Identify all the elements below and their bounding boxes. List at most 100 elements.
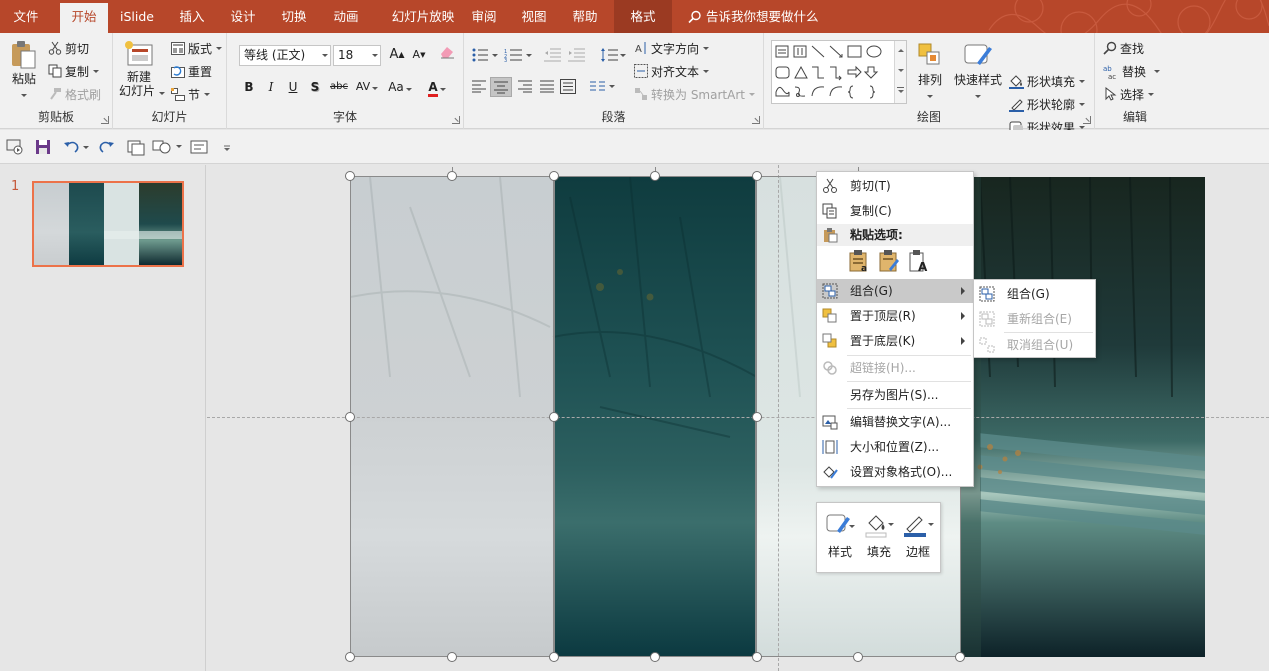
bullets-icon[interactable]: [472, 48, 498, 62]
tab-slideshow[interactable]: 幻灯片放映: [380, 0, 466, 33]
layout-button[interactable]: 版式: [171, 38, 223, 58]
undo-icon[interactable]: [63, 138, 89, 156]
menu-format-object[interactable]: 设置对象格式(O)...: [817, 460, 973, 484]
tab-animations[interactable]: 动画: [326, 0, 366, 33]
align-left-icon[interactable]: [472, 80, 486, 93]
resize-handle[interactable]: [955, 652, 965, 662]
underline-button[interactable]: U: [283, 77, 303, 97]
paragraph-launcher-icon[interactable]: [752, 116, 760, 124]
bold-button[interactable]: B: [239, 77, 259, 97]
convert-smartart-button[interactable]: 转换为 SmartArt: [634, 84, 755, 104]
change-case-button[interactable]: Aa: [385, 77, 415, 97]
resize-handle[interactable]: [853, 652, 863, 662]
tab-review[interactable]: 审阅: [464, 0, 504, 33]
mini-fill-button[interactable]: 填充: [861, 509, 897, 565]
save-icon[interactable]: [35, 138, 51, 156]
replace-button[interactable]: ab ac 替换: [1103, 61, 1161, 81]
shape-fill-button[interactable]: 形状填充: [1009, 71, 1086, 91]
resize-handle[interactable]: [549, 652, 559, 662]
textbox-qat-icon[interactable]: [190, 138, 208, 156]
font-color-button[interactable]: A: [423, 77, 451, 97]
tab-home[interactable]: 开始: [60, 3, 108, 33]
mini-border-button[interactable]: 边框: [900, 509, 936, 565]
shapes-qat-icon[interactable]: [152, 138, 182, 156]
clipboard-launcher-icon[interactable]: [101, 116, 109, 124]
cut-button[interactable]: 剪切: [48, 38, 89, 58]
customize-qat-icon[interactable]: [222, 138, 232, 156]
shrink-font-button[interactable]: A▼: [409, 45, 429, 65]
numbering-icon[interactable]: 123: [504, 48, 532, 62]
columns-icon[interactable]: [590, 80, 616, 93]
submenu-regroup[interactable]: 重新组合(E): [974, 307, 1095, 331]
slide-thumbnail[interactable]: [32, 181, 184, 267]
shape-outline-button[interactable]: 形状轮廓: [1009, 94, 1086, 114]
line-spacing-icon[interactable]: [600, 47, 626, 63]
reset-button[interactable]: 重置: [171, 61, 212, 81]
menu-size-position[interactable]: 大小和位置(Z)...: [817, 435, 973, 459]
slide-editing-canvas[interactable]: [207, 165, 1269, 671]
arrange-button[interactable]: 排列: [912, 41, 948, 101]
submenu-ungroup[interactable]: 取消组合(U): [974, 333, 1095, 357]
shapes-gallery-scroll[interactable]: [894, 41, 906, 103]
tab-view[interactable]: 视图: [514, 0, 554, 33]
resize-handle[interactable]: [752, 171, 762, 181]
shapes-gallery[interactable]: [771, 40, 907, 104]
tab-file[interactable]: 文件: [0, 0, 52, 33]
increase-indent-icon[interactable]: [568, 48, 586, 62]
section-button[interactable]: 节: [171, 84, 211, 104]
mini-style-button[interactable]: 样式: [822, 509, 858, 565]
menu-hyperlink[interactable]: 超链接(H)...: [817, 356, 973, 380]
tab-transitions[interactable]: 切换: [274, 0, 314, 33]
resize-handle[interactable]: [447, 171, 457, 181]
copy-button[interactable]: 复制: [48, 61, 100, 81]
tab-format[interactable]: 格式: [614, 0, 672, 33]
italic-button[interactable]: I: [261, 77, 281, 97]
distributed-icon[interactable]: [560, 79, 576, 94]
new-slide-button[interactable]: 新建 幻灯片: [119, 40, 166, 98]
font-name-select[interactable]: 等线 (正文): [239, 45, 331, 66]
quick-styles-button[interactable]: 快速样式: [952, 41, 1004, 101]
decrease-indent-icon[interactable]: [544, 48, 562, 62]
paste-keep-formatting-icon[interactable]: [877, 249, 901, 273]
resize-handle[interactable]: [752, 652, 762, 662]
resize-handle[interactable]: [549, 171, 559, 181]
new-slide-qat-icon[interactable]: [127, 138, 145, 156]
font-size-select[interactable]: 18: [333, 45, 381, 66]
format-painter-button[interactable]: 格式刷: [48, 84, 101, 104]
menu-save-picture[interactable]: 另存为图片(S)...: [817, 383, 973, 407]
tell-me-box[interactable]: 告诉我你想要做什么: [688, 0, 819, 33]
clear-format-button[interactable]: [437, 45, 457, 65]
submenu-group[interactable]: 组合(G): [974, 282, 1095, 306]
resize-handle[interactable]: [345, 412, 355, 422]
align-text-button[interactable]: 对齐文本: [634, 61, 710, 81]
paste-text-only-icon[interactable]: A: [907, 249, 931, 273]
tab-insert[interactable]: 插入: [170, 0, 214, 33]
slideshow-from-start-icon[interactable]: [6, 138, 24, 156]
resize-handle[interactable]: [549, 412, 559, 422]
menu-cut[interactable]: 剪切(T): [817, 174, 973, 198]
redo-icon[interactable]: [97, 138, 115, 156]
selection-box-2[interactable]: [554, 176, 756, 657]
menu-alt-text[interactable]: 编辑替换文字(A)...: [817, 410, 973, 434]
align-right-icon[interactable]: [518, 80, 532, 93]
justify-icon[interactable]: [540, 80, 554, 93]
menu-group[interactable]: 组合(G): [817, 279, 973, 303]
tab-help[interactable]: 帮助: [564, 0, 606, 33]
resize-handle[interactable]: [650, 171, 660, 181]
paste-use-destination-icon[interactable]: a: [847, 249, 871, 273]
select-button[interactable]: 选择: [1103, 84, 1155, 104]
find-button[interactable]: 查找: [1103, 38, 1144, 58]
tab-islide[interactable]: iSlide: [114, 0, 160, 33]
resize-handle[interactable]: [752, 412, 762, 422]
resize-handle[interactable]: [650, 652, 660, 662]
text-direction-button[interactable]: A 文字方向: [634, 38, 710, 58]
char-spacing-button[interactable]: AV: [353, 77, 381, 97]
shadow-button[interactable]: S: [305, 77, 325, 97]
resize-handle[interactable]: [345, 652, 355, 662]
paste-button[interactable]: 粘贴: [6, 40, 42, 100]
resize-handle[interactable]: [447, 652, 457, 662]
strikethrough-button[interactable]: abc: [327, 77, 351, 97]
selection-box-1[interactable]: [350, 176, 554, 657]
menu-bring-front[interactable]: 置于顶层(R): [817, 304, 973, 328]
align-center-button[interactable]: [490, 77, 512, 97]
